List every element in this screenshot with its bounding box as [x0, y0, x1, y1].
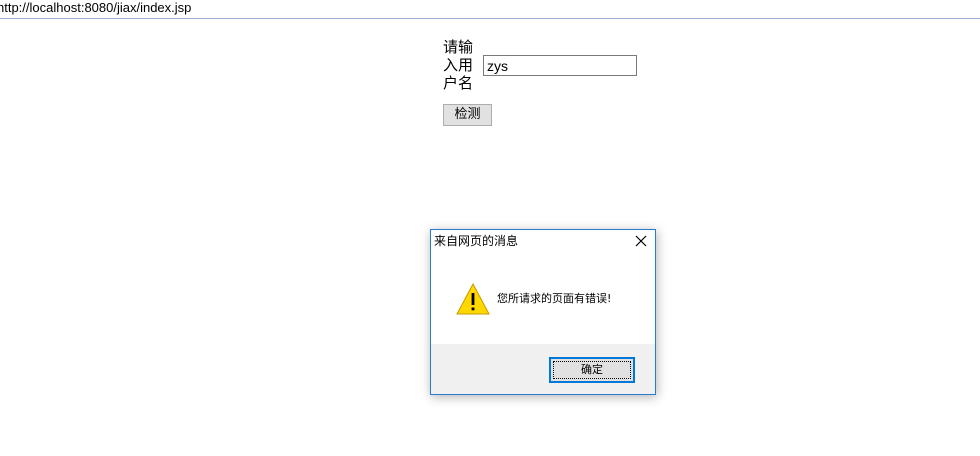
username-input[interactable] [483, 55, 637, 76]
dialog-title: 来自网页的消息 [434, 234, 519, 248]
close-icon-glyph [635, 235, 647, 247]
message-dialog: 来自网页的消息 您所请求的页面有错误! 确定 [430, 229, 656, 395]
dialog-footer: 确定 [431, 344, 655, 394]
address-bar-url[interactable]: http://localhost:8080/jiax/index.jsp [0, 0, 191, 16]
close-icon[interactable] [633, 233, 649, 249]
dialog-body: 您所请求的页面有错误! [431, 252, 655, 344]
ok-button[interactable]: 确定 [549, 357, 635, 383]
username-label: 请输入用户名 [443, 38, 474, 92]
dialog-message: 您所请求的页面有错误! [497, 292, 612, 305]
warning-icon [456, 282, 490, 315]
check-button[interactable]: 检测 [443, 104, 492, 126]
address-bar[interactable]: http://localhost:8080/jiax/index.jsp [0, 0, 980, 19]
